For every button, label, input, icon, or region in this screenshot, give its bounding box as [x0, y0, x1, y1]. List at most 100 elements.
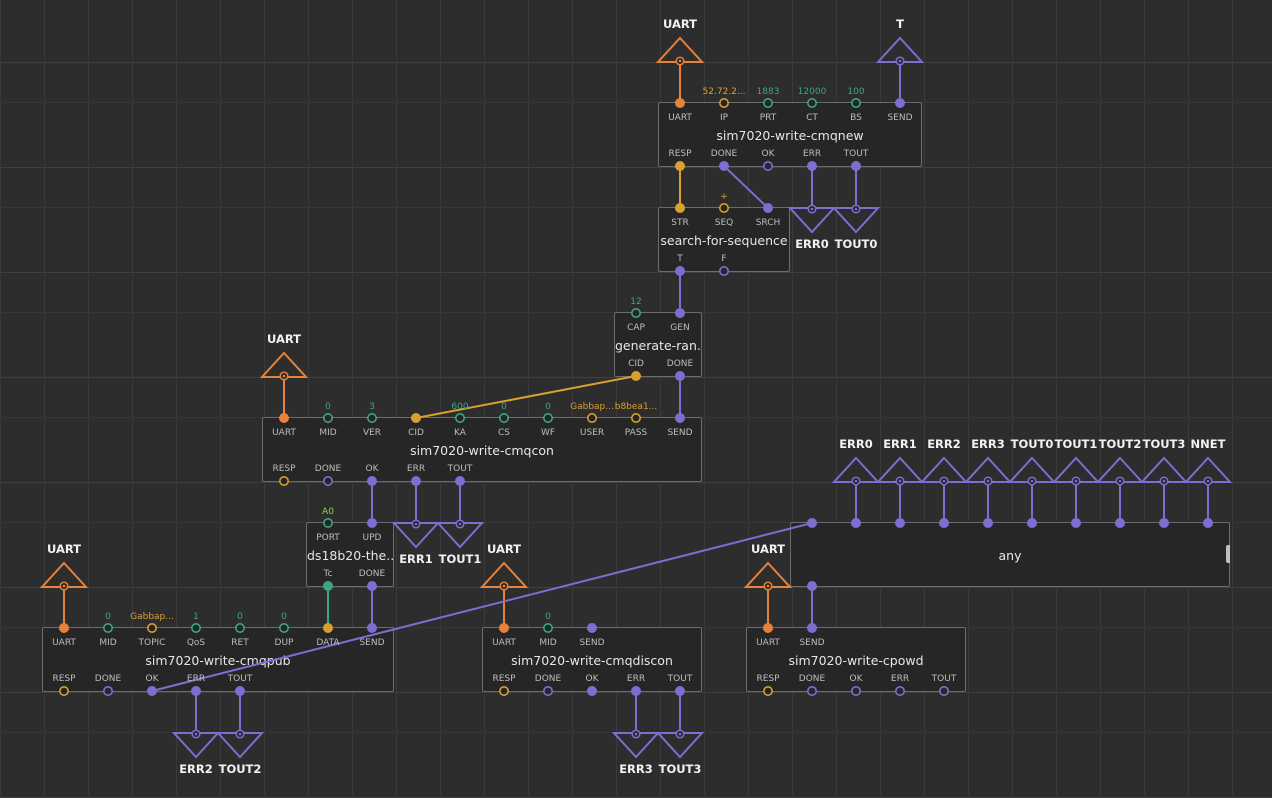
- pin[interactable]: [322, 580, 333, 591]
- pin-label: F: [721, 254, 726, 264]
- pin[interactable]: [366, 580, 377, 591]
- pin[interactable]: [762, 203, 773, 214]
- pin[interactable]: [1071, 517, 1082, 528]
- pin[interactable]: [806, 161, 817, 172]
- pin[interactable]: [586, 622, 597, 633]
- pin[interactable]: [410, 412, 421, 423]
- terminal-pin-dot: [1162, 479, 1166, 483]
- pin[interactable]: [718, 98, 729, 109]
- pin[interactable]: [58, 622, 69, 633]
- pin[interactable]: [322, 412, 333, 423]
- pin[interactable]: [630, 685, 641, 696]
- pin[interactable]: [1027, 517, 1038, 528]
- pin[interactable]: [630, 307, 641, 318]
- pin[interactable]: [586, 685, 597, 696]
- pin[interactable]: [718, 265, 729, 276]
- pin-label: IP: [720, 113, 729, 123]
- pin-label: TOUT: [447, 464, 473, 474]
- link[interactable]: [723, 165, 769, 209]
- pin[interactable]: [235, 622, 246, 633]
- pin[interactable]: [674, 203, 685, 214]
- pin[interactable]: [674, 370, 685, 381]
- pin[interactable]: [542, 622, 553, 633]
- terminal-label: ERR0: [795, 237, 829, 251]
- pin[interactable]: [191, 622, 202, 633]
- pin[interactable]: [322, 517, 333, 528]
- pin[interactable]: [674, 265, 685, 276]
- pin-label: SRCH: [756, 218, 781, 228]
- pin[interactable]: [366, 412, 377, 423]
- pin[interactable]: [674, 98, 685, 109]
- pin[interactable]: [147, 685, 158, 696]
- pin[interactable]: [894, 685, 905, 696]
- pin[interactable]: [498, 622, 509, 633]
- pin-label: OK: [586, 674, 600, 684]
- pin[interactable]: [630, 412, 641, 423]
- terminal-label: TOUT2: [1099, 437, 1142, 451]
- pin[interactable]: [498, 412, 509, 423]
- pin[interactable]: [322, 475, 333, 486]
- pin[interactable]: [366, 517, 377, 528]
- pin-label: UART: [272, 428, 296, 438]
- pin[interactable]: [850, 685, 861, 696]
- pin[interactable]: [103, 622, 114, 633]
- pin[interactable]: [191, 685, 202, 696]
- pin-label: UART: [668, 113, 692, 123]
- pin[interactable]: [674, 412, 685, 423]
- pin[interactable]: [103, 685, 114, 696]
- pin[interactable]: [850, 517, 861, 528]
- pin[interactable]: [806, 517, 817, 528]
- pin[interactable]: [806, 685, 817, 696]
- pin[interactable]: [366, 622, 377, 633]
- pin[interactable]: [850, 161, 861, 172]
- pin[interactable]: [894, 517, 905, 528]
- link[interactable]: [151, 522, 813, 692]
- pin[interactable]: [498, 685, 509, 696]
- pin[interactable]: [278, 475, 289, 486]
- pin[interactable]: [894, 98, 905, 109]
- pin-label: PASS: [625, 428, 648, 438]
- pin[interactable]: [762, 685, 773, 696]
- pin[interactable]: [410, 475, 421, 486]
- pin-label: STR: [671, 218, 688, 228]
- pin[interactable]: [454, 412, 465, 423]
- pin[interactable]: [938, 685, 949, 696]
- pin[interactable]: [366, 475, 377, 486]
- pin-label: CID: [408, 428, 424, 438]
- pin[interactable]: [674, 161, 685, 172]
- patch-canvas[interactable]: UART IP52.72.2...PRT1883CT12000BS100SENDR…: [0, 0, 1272, 798]
- pin[interactable]: [674, 307, 685, 318]
- pin[interactable]: [1115, 517, 1126, 528]
- pin[interactable]: [235, 685, 246, 696]
- pin[interactable]: [58, 685, 69, 696]
- pin[interactable]: [718, 161, 729, 172]
- pin[interactable]: [806, 622, 817, 633]
- pin[interactable]: [586, 412, 597, 423]
- pin[interactable]: [762, 622, 773, 633]
- pin-label: DATA: [316, 638, 340, 648]
- pin[interactable]: [1159, 517, 1170, 528]
- pin[interactable]: [542, 685, 553, 696]
- pin[interactable]: [806, 580, 817, 591]
- pin[interactable]: [147, 622, 158, 633]
- pin[interactable]: [322, 622, 333, 633]
- pin[interactable]: [278, 412, 289, 423]
- pin-label: RESP: [756, 674, 780, 684]
- pin-label: PORT: [316, 533, 340, 543]
- pin[interactable]: [674, 685, 685, 696]
- pin-label: TOUT: [931, 674, 957, 684]
- pin[interactable]: [630, 370, 641, 381]
- pin[interactable]: [1203, 517, 1214, 528]
- pin-label: ERR: [187, 674, 205, 684]
- pin[interactable]: [762, 161, 773, 172]
- pin[interactable]: [278, 622, 289, 633]
- pin[interactable]: [850, 98, 861, 109]
- pin[interactable]: [542, 412, 553, 423]
- pin[interactable]: [938, 517, 949, 528]
- pin-label: KA: [454, 428, 467, 438]
- pin[interactable]: [762, 98, 773, 109]
- pin[interactable]: [718, 203, 729, 214]
- pin[interactable]: [454, 475, 465, 486]
- pin[interactable]: [982, 517, 993, 528]
- pin[interactable]: [806, 98, 817, 109]
